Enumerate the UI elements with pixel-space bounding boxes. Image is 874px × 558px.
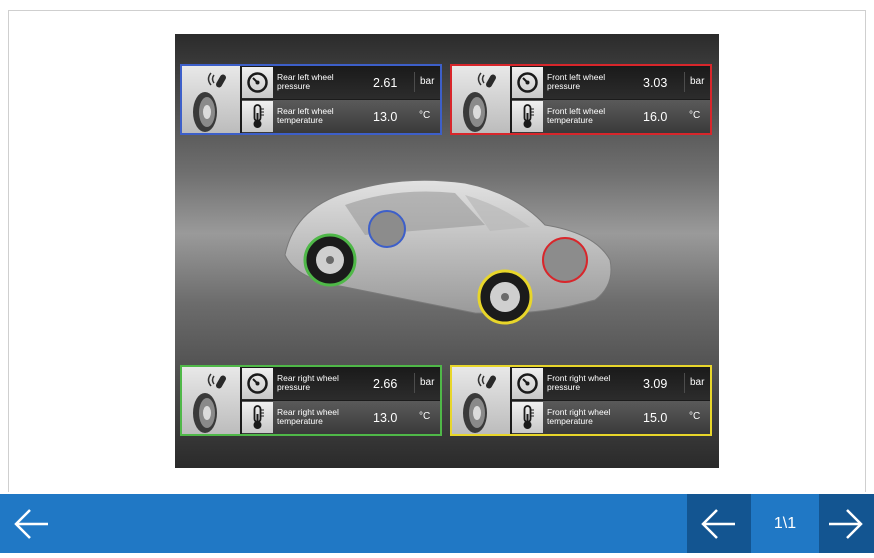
- temperature-row: Rear right wheel temperature 13.0 °C: [242, 401, 440, 434]
- temperature-value: 15.0: [643, 411, 668, 425]
- temperature-unit: °C: [689, 110, 701, 121]
- app-screen: Rear left wheel pressure 2.61 bar Rear l…: [0, 0, 874, 553]
- pressure-gauge-icon: [512, 368, 543, 399]
- tire-sensor-icon: [452, 66, 510, 133]
- pressure-label: Rear left wheel pressure: [277, 72, 334, 91]
- temperature-row: Rear left wheel temperature 13.0 °C: [242, 100, 440, 133]
- pressure-value: 3.03: [643, 76, 668, 90]
- wheel-rear-right: [303, 233, 357, 287]
- pressure-row: Front left wheel pressure 3.03 bar: [512, 66, 710, 99]
- temperature-label: Rear right wheel temperature: [277, 407, 339, 426]
- arrow-left-icon: [701, 509, 735, 539]
- tire-sensor-icon: [182, 367, 240, 434]
- pressure-unit: bar: [684, 72, 710, 92]
- thermometer-icon: [512, 402, 543, 433]
- wheel-card-front-left: Front left wheel pressure 3.03 bar Front…: [450, 64, 712, 135]
- pressure-unit: bar: [414, 72, 440, 92]
- bottom-nav-bar: 1\1: [0, 494, 874, 553]
- temperature-label: Rear left wheel temperature: [277, 106, 334, 125]
- pressure-gauge-icon: [242, 368, 273, 399]
- page-counter: 1\1: [751, 494, 819, 553]
- pressure-unit: bar: [684, 373, 710, 393]
- tire-sensor-icon: [182, 66, 240, 133]
- temperature-label: Front right wheel temperature: [547, 407, 611, 426]
- tpms-panel: Rear left wheel pressure 2.61 bar Rear l…: [175, 34, 719, 468]
- back-button[interactable]: [10, 504, 54, 544]
- pressure-value: 2.61: [373, 76, 398, 90]
- wheel-card-front-right: Front right wheel pressure 3.09 bar Fron…: [450, 365, 712, 436]
- wheel-card-rear-right: Rear right wheel pressure 2.66 bar Rear …: [180, 365, 442, 436]
- pressure-gauge-icon: [242, 67, 273, 98]
- arrow-left-icon: [14, 509, 48, 539]
- wheel-front-left: [542, 237, 588, 283]
- pressure-label: Front left wheel pressure: [547, 72, 606, 91]
- temperature-unit: °C: [419, 411, 431, 422]
- pressure-label: Rear right wheel pressure: [277, 373, 339, 392]
- temperature-row: Front left wheel temperature 16.0 °C: [512, 100, 710, 133]
- wheel-front-right: [477, 269, 533, 325]
- pressure-value: 2.66: [373, 377, 398, 391]
- page-next-button[interactable]: [819, 494, 874, 553]
- page-prev-button[interactable]: [687, 494, 751, 553]
- tire-sensor-icon: [452, 367, 510, 434]
- car-illustration: [275, 165, 635, 335]
- temperature-value: 13.0: [373, 110, 398, 124]
- temperature-unit: °C: [419, 110, 431, 121]
- thermometer-icon: [242, 402, 273, 433]
- wheel-card-rear-left: Rear left wheel pressure 2.61 bar Rear l…: [180, 64, 442, 135]
- pressure-gauge-icon: [512, 67, 543, 98]
- pressure-row: Rear left wheel pressure 2.61 bar: [242, 66, 440, 99]
- thermometer-icon: [242, 101, 273, 132]
- thermometer-icon: [512, 101, 543, 132]
- wheel-rear-left: [368, 210, 406, 248]
- pressure-row: Rear right wheel pressure 2.66 bar: [242, 367, 440, 400]
- temperature-value: 13.0: [373, 411, 398, 425]
- temperature-row: Front right wheel temperature 15.0 °C: [512, 401, 710, 434]
- pressure-unit: bar: [414, 373, 440, 393]
- temperature-unit: °C: [689, 411, 701, 422]
- pressure-value: 3.09: [643, 377, 668, 391]
- temperature-label: Front left wheel temperature: [547, 106, 606, 125]
- pressure-row: Front right wheel pressure 3.09 bar: [512, 367, 710, 400]
- pressure-label: Front right wheel pressure: [547, 373, 611, 392]
- arrow-right-icon: [829, 509, 863, 539]
- temperature-value: 16.0: [643, 110, 668, 124]
